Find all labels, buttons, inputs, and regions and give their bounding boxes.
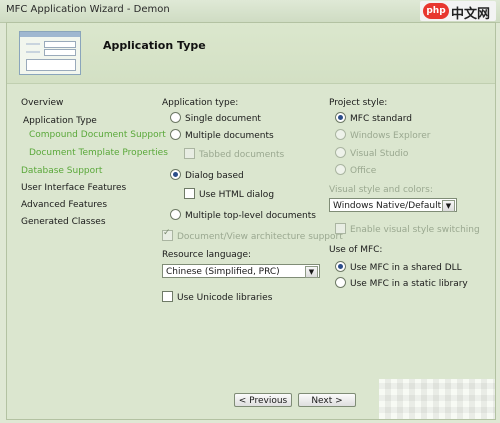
radio-icon [335,129,346,140]
next-button[interactable]: Next > [298,393,356,407]
radio-office[interactable]: Office [335,164,376,176]
radio-multiple-top-level-documents[interactable]: Multiple top-level documents [170,209,316,221]
pixelated-overlay [379,379,495,419]
nav-item-database-support[interactable]: Database Support [21,166,102,176]
nav-item-application-type[interactable]: Application Type [23,116,97,126]
checkbox-icon [335,223,346,234]
checkbox-use-unicode[interactable]: Use Unicode libraries [162,291,272,303]
page-title: Application Type [103,39,206,52]
radio-icon [335,164,346,175]
resource-language-select[interactable]: Chinese (Simplified, PRC) ▼ [162,264,320,278]
radio-dialog-based[interactable]: Dialog based [170,169,244,181]
watermark-logo: php 中文网 [420,1,496,22]
radio-icon [170,209,181,220]
nav-item-overview[interactable]: Overview [21,98,63,108]
radio-single-document[interactable]: Single document [170,112,261,124]
visual-style-select[interactable]: Windows Native/Default ▼ [329,198,457,212]
previous-button[interactable]: < Previous [234,393,292,407]
nav-item-user-interface-features[interactable]: User Interface Features [21,183,126,193]
radio-windows-explorer[interactable]: Windows Explorer [335,129,431,141]
nav-item-advanced-features[interactable]: Advanced Features [21,200,107,210]
radio-icon [170,112,181,123]
application-type-label: Application type: [162,98,239,108]
nav-item-compound-document-support[interactable]: Compound Document Support [29,130,166,140]
radio-mfc-static-library[interactable]: Use MFC in a static library [335,277,468,289]
radio-mfc-standard[interactable]: MFC standard [335,112,412,124]
resource-language-label: Resource language: [162,250,252,260]
radio-selected-icon [335,112,346,123]
project-style-label: Project style: [329,98,388,108]
checkbox-icon [184,148,195,159]
wizard-header: Application Type [7,23,495,84]
checkbox-visual-style-switching[interactable]: Enable visual style switching [335,223,480,235]
checkbox-document-view-support[interactable]: Document/View architecture support [162,228,343,242]
nav-item-generated-classes[interactable]: Generated Classes [21,217,106,227]
window-title: MFC Application Wizard - Demon [6,4,170,15]
radio-icon [170,129,181,140]
radio-selected-icon [335,261,346,272]
radio-selected-icon [170,169,181,180]
checkbox-icon [184,188,195,199]
checkbox-tabbed-documents[interactable]: Tabbed documents [184,148,284,160]
visual-style-label: Visual style and colors: [329,185,433,195]
chevron-down-icon: ▼ [305,266,318,278]
use-of-mfc-label: Use of MFC: [329,245,383,255]
nav-item-document-template-properties[interactable]: Document Template Properties [29,148,168,158]
watermark-text: 中文网 [451,7,491,22]
watermark-badge: php [423,3,449,19]
checkbox-checked-icon [162,228,173,241]
radio-icon [335,277,346,288]
radio-visual-studio[interactable]: Visual Studio [335,147,408,159]
wizard-dialog-icon [19,31,81,75]
chevron-down-icon: ▼ [442,200,455,212]
wizard-window: Application Type Overview Application Ty… [6,22,496,420]
radio-mfc-shared-dll[interactable]: Use MFC in a shared DLL [335,261,462,273]
radio-icon [335,147,346,158]
radio-multiple-documents[interactable]: Multiple documents [170,129,274,141]
checkbox-use-html-dialog[interactable]: Use HTML dialog [184,188,274,200]
checkbox-icon [162,291,173,302]
